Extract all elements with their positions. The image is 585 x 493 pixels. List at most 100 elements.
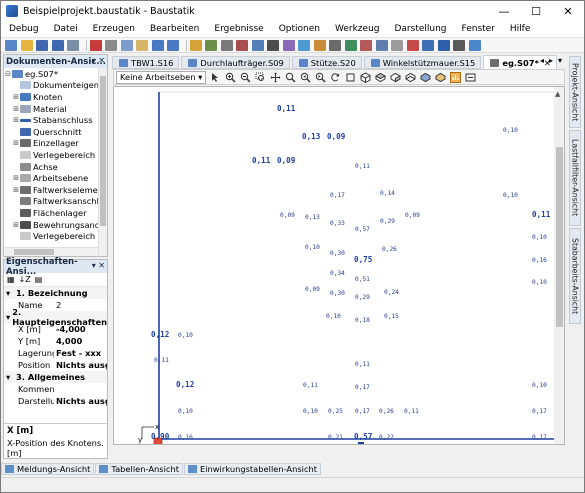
tree-root[interactable]: ⊟ eg.S07* bbox=[4, 68, 107, 80]
tab-list-icon[interactable]: ▾ bbox=[558, 56, 562, 65]
scissors-icon[interactable] bbox=[105, 39, 117, 51]
view-iso-icon[interactable] bbox=[360, 71, 371, 83]
view-front-icon[interactable] bbox=[345, 72, 356, 83]
tree-item[interactable]: ⊞ Einzellager bbox=[4, 138, 107, 150]
node-marker-small[interactable] bbox=[358, 442, 364, 445]
panel-pin-close-icon[interactable]: ▾ ✕ bbox=[92, 261, 105, 270]
tree-item[interactable]: Verlegebereich f bbox=[4, 149, 107, 161]
print-icon[interactable] bbox=[67, 39, 79, 51]
pdf-icon[interactable] bbox=[89, 39, 102, 51]
menu-optionen[interactable]: Optionen bbox=[271, 24, 327, 34]
tree-item[interactable]: ⊞ Stabanschluss bbox=[4, 114, 107, 126]
menu-fenster[interactable]: Fenster bbox=[454, 24, 502, 34]
tree-item[interactable]: Flächenlager bbox=[4, 207, 107, 219]
tree-item[interactable]: Querschnitt bbox=[4, 126, 107, 138]
grid-icon[interactable] bbox=[205, 39, 217, 51]
section-header[interactable]: ▾ 2. Haupteigenschaften bbox=[4, 307, 107, 327]
menu-bearbeiten[interactable]: Bearbeiten bbox=[142, 24, 206, 34]
property-row-darstellung[interactable]: DarstelluNichts ausgewä bbox=[4, 395, 107, 407]
section-header[interactable]: ▾ 1. Bezeichnung bbox=[4, 287, 107, 299]
tab-tabellen-ansicht[interactable]: Tabellen-Ansicht bbox=[95, 462, 183, 475]
open-folder-icon[interactable] bbox=[20, 39, 33, 51]
zoom-previous-icon[interactable] bbox=[300, 72, 311, 83]
mesh-icon[interactable] bbox=[391, 39, 403, 51]
section-icon[interactable] bbox=[267, 39, 279, 51]
side-tab-projekt[interactable]: Projekt-Ansicht bbox=[569, 56, 581, 128]
results-display-icon[interactable] bbox=[450, 71, 462, 83]
view-side-icon[interactable] bbox=[390, 72, 401, 83]
node-icon[interactable] bbox=[236, 39, 248, 51]
copy-icon[interactable] bbox=[120, 39, 133, 51]
menu-datei[interactable]: Datei bbox=[46, 24, 85, 34]
result-icon[interactable] bbox=[422, 39, 434, 51]
property-row-y[interactable]: Y [m] 4,000 bbox=[4, 335, 107, 347]
view-top-icon[interactable] bbox=[375, 72, 387, 83]
paste-icon[interactable] bbox=[136, 39, 148, 51]
tree-item[interactable]: ⊞ Faltwerkselemer bbox=[4, 184, 107, 196]
menu-darstellung[interactable]: Darstellung bbox=[386, 24, 453, 34]
redo-icon[interactable] bbox=[167, 39, 179, 51]
tree-item[interactable]: ⊞ Arbeitsebene bbox=[4, 172, 107, 184]
pan-icon[interactable] bbox=[270, 72, 281, 83]
tree-item[interactable]: Achse bbox=[4, 161, 107, 173]
tab-prev-icon[interactable]: ◂ bbox=[540, 56, 544, 65]
tab-tbw1[interactable]: TBW1.S16 bbox=[112, 56, 180, 69]
tab-winkelstuetzmauer[interactable]: Winkelstützmauer.S15 bbox=[363, 56, 482, 69]
tree-scrollbar-horizontal[interactable] bbox=[4, 247, 98, 256]
minimize-button[interactable]: — bbox=[488, 1, 520, 21]
tree-item[interactable]: Verlegebereich f bbox=[4, 230, 107, 242]
load-icon[interactable] bbox=[298, 39, 310, 51]
wall-icon[interactable] bbox=[360, 39, 372, 51]
tab-durchlauftraeger[interactable]: Durchlaufträger.S09 bbox=[181, 56, 290, 69]
panel-pin-close-icon[interactable]: ▾ ✕ bbox=[92, 56, 105, 65]
tree-item[interactable]: Faltwerksanschl bbox=[4, 196, 107, 208]
render-solid-icon[interactable] bbox=[420, 72, 431, 83]
tree-item[interactable]: Dokumenteigen bbox=[4, 80, 107, 92]
properties-icon[interactable] bbox=[189, 39, 202, 51]
tree-item[interactable]: ⊞ Material bbox=[4, 103, 107, 115]
view-bottom-icon[interactable] bbox=[405, 72, 416, 83]
tree-item[interactable]: ⊞ Bewehrungsano bbox=[4, 219, 107, 231]
render-wire-icon[interactable] bbox=[435, 72, 446, 83]
property-row-lagerung[interactable]: Lagerung Fest - xxx bbox=[4, 347, 107, 359]
new-file-icon[interactable] bbox=[5, 39, 17, 51]
tab-meldungs-ansicht[interactable]: Meldungs-Ansicht bbox=[1, 462, 95, 475]
settings-icon[interactable] bbox=[468, 39, 481, 51]
property-row-kommentar[interactable]: Kommen bbox=[4, 383, 107, 395]
save-icon[interactable] bbox=[36, 39, 48, 51]
property-row-position[interactable]: PositionNichts ausgewä bbox=[4, 359, 107, 371]
menu-hilfe[interactable]: Hilfe bbox=[502, 24, 537, 34]
tab-stuetze[interactable]: Stütze.S20 bbox=[291, 56, 362, 69]
tree-item[interactable]: ⊞ Knoten bbox=[4, 91, 107, 103]
layers-icon[interactable] bbox=[220, 39, 233, 51]
close-button[interactable]: ✕ bbox=[552, 1, 584, 21]
area-icon[interactable] bbox=[344, 39, 357, 51]
undo-icon[interactable] bbox=[151, 39, 164, 51]
frame-icon[interactable] bbox=[437, 39, 450, 51]
menu-werkzeug[interactable]: Werkzeug bbox=[327, 24, 387, 34]
chart-icon[interactable] bbox=[406, 39, 419, 51]
zoom-out-icon[interactable] bbox=[240, 72, 251, 83]
scroll-up-icon[interactable]: ▲ bbox=[555, 90, 561, 98]
canvas-scrollbar-thumb[interactable] bbox=[556, 147, 563, 327]
rotate-icon[interactable] bbox=[330, 72, 341, 83]
maximize-button[interactable]: ☐ bbox=[520, 1, 552, 21]
line-icon[interactable] bbox=[329, 39, 341, 51]
drawing-canvas[interactable]: ▲ x y 0,11 0,13 0,09 0,11 0,09 0,11 0,10 0,17 0,… bbox=[113, 86, 565, 445]
menu-debug[interactable]: Debug bbox=[1, 24, 46, 34]
beam-icon[interactable] bbox=[251, 39, 264, 51]
tab-einwirkungstabellen-ansicht[interactable]: Einwirkungstabellen-Ansicht bbox=[183, 462, 322, 475]
zoom-window-icon[interactable] bbox=[255, 72, 266, 83]
menu-ergebnisse[interactable]: Ergebnisse bbox=[206, 24, 270, 34]
zoom-next-icon[interactable] bbox=[315, 72, 326, 83]
workspace-dropdown[interactable]: Keine Arbeitseben ▾ bbox=[116, 70, 207, 84]
support-icon[interactable] bbox=[282, 39, 295, 51]
zoom-all-icon[interactable] bbox=[285, 72, 296, 83]
tree-scrollbar-vertical[interactable] bbox=[98, 68, 107, 256]
tab-next-icon[interactable]: ▸ bbox=[549, 56, 553, 65]
side-tab-lastfallfilter[interactable]: Lastfallfilter-Ansicht bbox=[569, 130, 581, 226]
menu-erzeugen[interactable]: Erzeugen bbox=[85, 24, 142, 34]
save-all-icon[interactable] bbox=[51, 39, 64, 51]
section-header[interactable]: ▾ 3. Allgemeines bbox=[4, 371, 107, 383]
formula-icon[interactable] bbox=[453, 39, 465, 51]
